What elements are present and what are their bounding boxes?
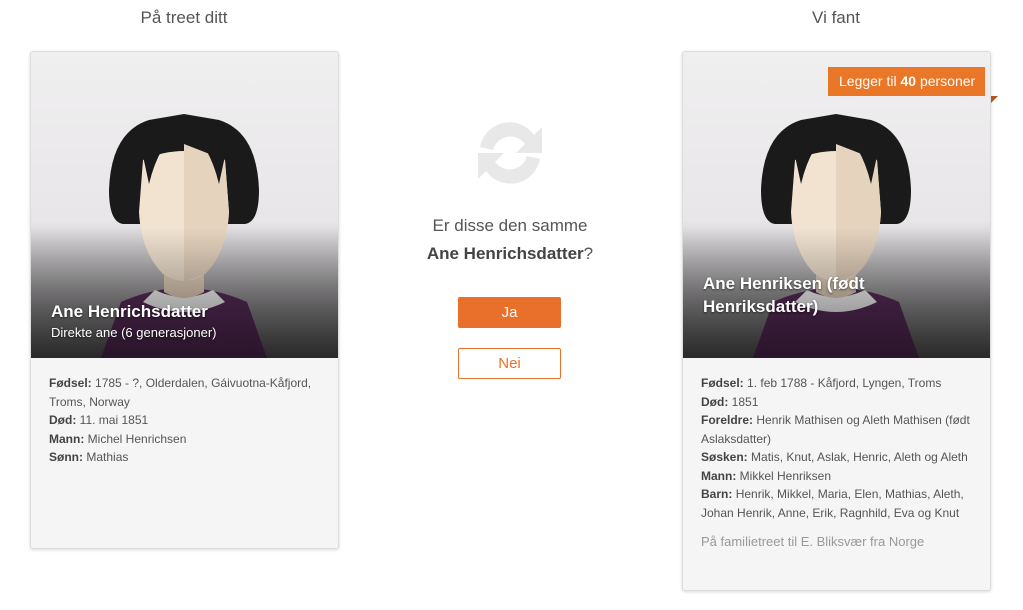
added-persons-badge: Legger til 40 personer (828, 67, 986, 96)
source-tree-label: På familietreet til E. Bliksvær fra Norg… (701, 534, 925, 549)
fact-spouse: Mann: Mikkel Henriksen (701, 468, 832, 483)
tree-person-card: Ane Henrichsdatter Direkte ane (6 genera… (30, 51, 339, 549)
fact-son: Sønn: Mathias (49, 450, 129, 464)
badge-fold (991, 96, 998, 103)
person-facts: Fødsel: 1. feb 1788 - Kåfjord, Lyngen, T… (683, 358, 990, 522)
person-name: Ane Henrichsdatter (51, 302, 208, 321)
no-button[interactable]: Nei (458, 348, 561, 379)
person-facts: Fødsel: 1785 - ?, Olderdalen, Gáivuotna-… (31, 358, 338, 467)
fact-children: Barn: Henrik, Mikkel, Maria, Elen, Mathi… (701, 487, 964, 520)
sync-icon (478, 122, 542, 184)
left-column-heading: På treet ditt (140, 8, 228, 27)
avatar: Ane Henriksen (født Henriksdatter) (683, 52, 990, 358)
avatar: Ane Henrichsdatter Direkte ane (6 genera… (31, 52, 338, 358)
fact-birth: Fødsel: 1. feb 1788 - Kåfjord, Lyngen, T… (701, 376, 942, 390)
fact-birth: Fødsel: 1785 - ?, Olderdalen, Gáivuotna-… (49, 376, 312, 409)
fact-siblings: Søsken: Matis, Knut, Aslak, Henric, Alet… (701, 450, 968, 464)
fact-death: Død: 11. mai 1851 (49, 413, 149, 427)
fact-death: Død: 1851 (701, 394, 759, 409)
match-question-name: Ane Henrichsdatter? (426, 244, 594, 263)
match-question: Er disse den samme (432, 216, 588, 235)
fact-spouse: Mann: Michel Henrichsen (49, 431, 187, 446)
fact-parents: Foreldre: Henrik Mathisen og Aleth Mathi… (701, 413, 970, 446)
relationship-label: Direkte ane (6 generasjoner) (51, 325, 217, 340)
yes-button[interactable]: Ja (458, 297, 561, 328)
right-column-heading: Vi fant (812, 8, 860, 27)
match-person-card: Ane Henriksen (født Henriksdatter) Fødse… (682, 51, 991, 591)
person-name: Ane Henriksen (født Henriksdatter) (703, 274, 865, 316)
